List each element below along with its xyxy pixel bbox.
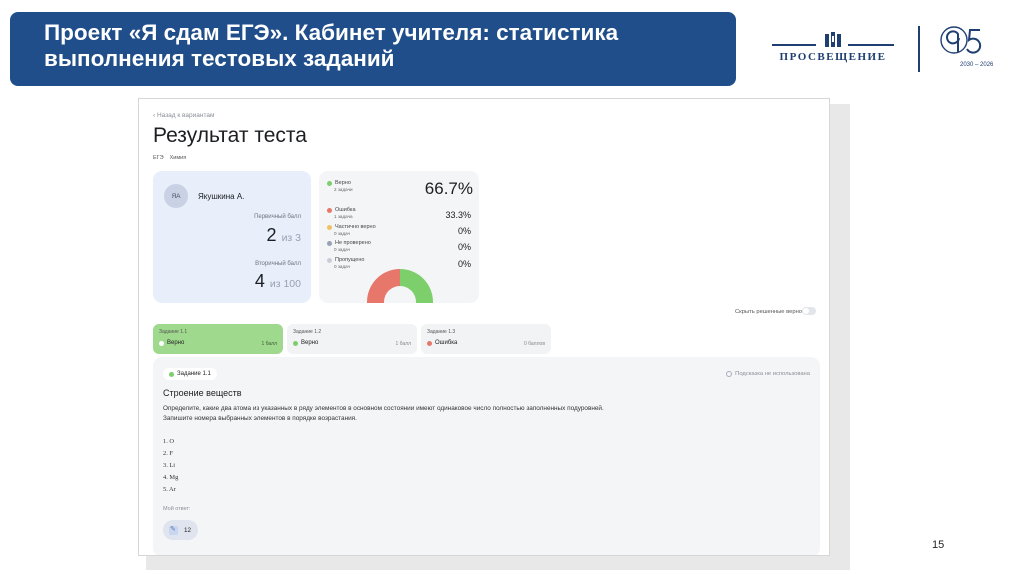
task-tab-1-1[interactable]: Задание 1.1 Верно 1 балл <box>153 324 283 354</box>
result-error-label: Ошибка <box>335 207 356 213</box>
tag-subject: Химия <box>169 155 187 161</box>
back-to-variants-link[interactable]: ‹ Назад к вариантам <box>153 112 214 119</box>
result-skipped-percent: 0% <box>457 259 471 269</box>
hide-correct-toggle[interactable] <box>802 307 816 315</box>
hint-icon <box>726 371 733 377</box>
page-title: Результат теста <box>153 124 307 147</box>
task-badge: Задание 1.1 <box>163 368 217 380</box>
result-error-percent: 33.3% <box>445 210 471 220</box>
result-correct-label: Верно <box>335 180 351 186</box>
skipped-dot-icon <box>327 257 332 263</box>
logo-line-left <box>772 44 816 46</box>
tag-exam: ЕГЭ <box>153 155 164 161</box>
hide-correct-label: Скрыть решенные верно <box>735 309 803 315</box>
hint-status: Подсказка не использована <box>726 371 810 377</box>
secondary-score: 4 из 100 <box>255 271 301 292</box>
result-skipped-label: Пропущено <box>335 257 365 263</box>
task-badge-label: Задание 1.1 <box>177 371 211 377</box>
prosveshchenie-logo: ПРОСВЕЩЕНИЕ 2030 – 2026 <box>772 26 1012 76</box>
task-tab-header: Задание 1.3 <box>427 329 456 335</box>
task-tab-status: Ошибка <box>427 340 457 346</box>
option-item: 1. O <box>163 438 175 445</box>
my-answer-label: Мой ответ: <box>163 506 191 512</box>
option-item: 5. Ar <box>163 486 176 493</box>
logo-brand-text: ПРОСВЕЩЕНИЕ <box>779 51 887 63</box>
status-dot-icon <box>159 340 164 346</box>
my-answer-value: 12 <box>184 526 192 534</box>
my-answer-chip: 12 <box>163 520 198 540</box>
hint-status-label: Подсказка не использована <box>735 371 810 377</box>
error-dot-icon <box>327 207 332 213</box>
logo-separator <box>918 26 920 72</box>
results-donut-chart <box>367 269 433 303</box>
option-item: 4. Mg <box>163 474 179 481</box>
teacher-cabinet-screenshot: ‹ Назад к вариантам Результат теста ЕГЭ … <box>138 98 830 556</box>
task-tab-1-2[interactable]: Задание 1.2 Верно 1 балл <box>287 324 417 354</box>
status-dot-icon <box>427 340 432 346</box>
logo-emblem-icon <box>825 32 841 47</box>
correct-dot-icon <box>327 180 332 186</box>
task-text: Определите, какие два атома из указанных… <box>163 404 604 424</box>
task-tab-header: Задание 1.1 <box>159 329 188 335</box>
unchecked-dot-icon <box>327 240 332 246</box>
avatar: ЯА <box>164 184 188 208</box>
test-tags: ЕГЭ Химия <box>153 155 186 161</box>
logo-line-right <box>848 44 894 46</box>
result-unchecked-count: 0 задач <box>334 247 351 252</box>
primary-score-max: из 3 <box>281 232 301 244</box>
task-tab-points: 1 балл <box>261 341 277 347</box>
result-partial-percent: 0% <box>457 226 471 236</box>
option-item: 3. Li <box>163 462 176 469</box>
result-partial-label: Частично верно <box>335 224 376 230</box>
title-banner: Проект «Я сдам ЕГЭ». Кабинет учителя: ст… <box>10 12 736 86</box>
result-unchecked-percent: 0% <box>457 242 471 252</box>
result-error: Ошибка 1 задача 33.3% <box>327 207 473 220</box>
task-detail-panel: Задание 1.1 Подсказка не использована Ст… <box>153 357 820 555</box>
partial-dot-icon <box>327 224 332 230</box>
slide-title-line2: выполнения тестовых заданий <box>44 46 395 71</box>
task-title: Строение веществ <box>163 388 242 398</box>
result-partial: Частично верно 0 задач 0% <box>327 224 473 236</box>
secondary-score-max: из 100 <box>269 278 301 290</box>
logo-years: 2030 – 2026 <box>960 62 994 68</box>
task-tab-header: Задание 1.2 <box>293 329 322 335</box>
secondary-score-label: Вторичный балл <box>255 261 301 267</box>
slide-title-line1: Проект «Я сдам ЕГЭ». Кабинет учителя: ст… <box>44 20 619 45</box>
task-tab-status-label: Ошибка <box>435 340 458 346</box>
task-text-line1: Определите, какие два атома из указанных… <box>163 405 604 412</box>
correct-dot-icon <box>169 371 174 377</box>
primary-score: 2 из 3 <box>267 225 301 246</box>
option-item: 2. F <box>163 450 173 457</box>
result-partial-count: 0 задач <box>334 231 351 236</box>
task-tab-status-label: Верно <box>301 340 319 346</box>
task-tab-status-label: Верно <box>167 340 185 346</box>
anniversary-95-icon <box>940 26 982 54</box>
slide: Проект «Я сдам ЕГЭ». Кабинет учителя: ст… <box>0 0 1024 574</box>
secondary-score-value: 4 <box>254 271 265 291</box>
answer-options: 1. O 2. F 3. Li 4. Mg 5. Ar <box>163 436 178 496</box>
status-dot-icon <box>293 340 298 346</box>
task-tab-points: 0 баллов <box>523 341 545 347</box>
student-card: ЯА Якушкина А. Первичный балл 2 из 3 Вто… <box>153 171 311 303</box>
result-unchecked-label: Не проверено <box>335 240 371 246</box>
task-text-line2: Запишите номера выбранных элементов в по… <box>163 415 357 422</box>
result-unchecked: Не проверено 0 задач 0% <box>327 240 473 252</box>
edit-icon <box>169 525 178 535</box>
result-correct-percent: 66.7% <box>424 179 473 198</box>
task-tab-status: Верно <box>293 340 318 346</box>
page-number: 15 <box>932 539 945 551</box>
task-tab-status: Верно <box>159 340 184 346</box>
student-name: Якушкина А. <box>198 192 245 201</box>
primary-score-label: Первичный балл <box>254 214 301 220</box>
result-skipped: Пропущено 0 задач 0% <box>327 257 473 269</box>
task-tab-points: 1 балл <box>395 341 411 347</box>
task-tab-1-3[interactable]: Задание 1.3 Ошибка 0 баллов <box>421 324 551 354</box>
results-card: Верно 2 задачи 66.7% Ошибка 1 задача 33.… <box>319 171 479 303</box>
primary-score-value: 2 <box>266 225 277 245</box>
